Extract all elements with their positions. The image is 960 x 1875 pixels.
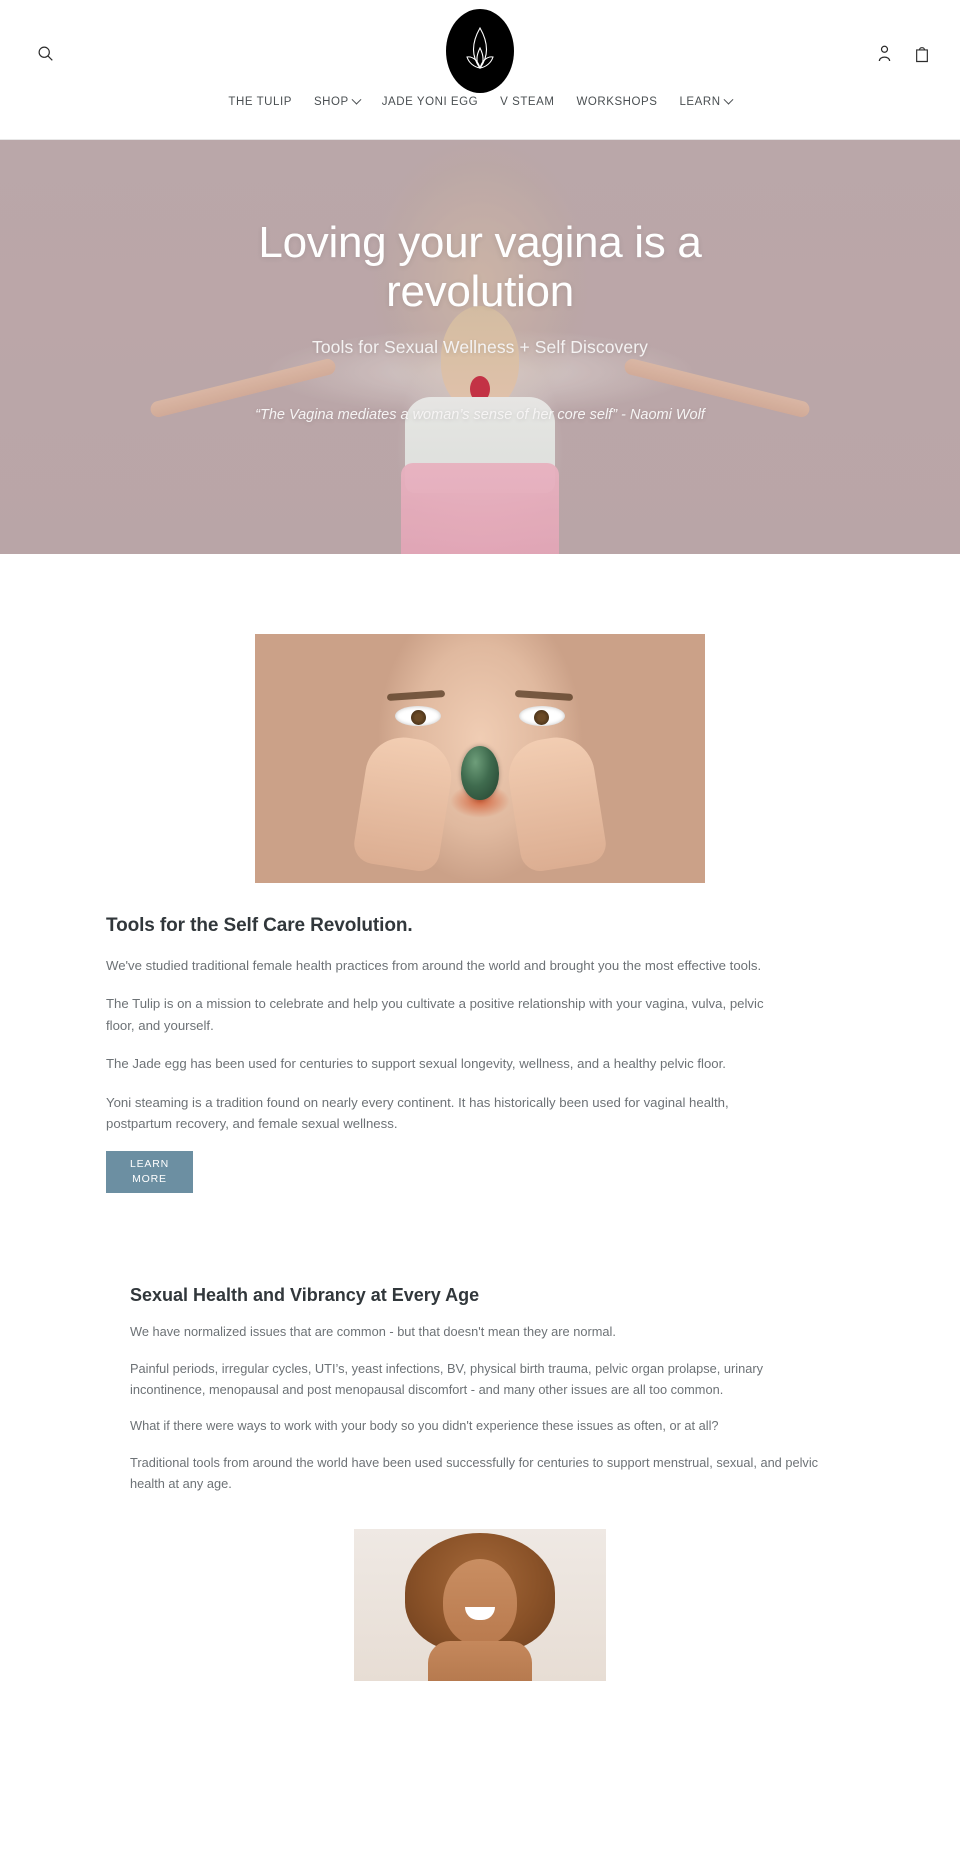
hero-quote: “The Vagina mediates a woman’s sense of … [255, 406, 705, 423]
section-two-paragraph-2: Painful periods, irregular cycles, UTI’s… [130, 1360, 764, 1397]
hero-subtitle: Tools for Sexual Wellness + Self Discove… [311, 336, 649, 357]
section-one-content: Tools for the Self Care Revolution. We'v… [100, 915, 860, 1194]
hero-banner: Loving your vagina is a revolution Tools… [0, 140, 960, 554]
learn-more-label-line2: MORE [132, 1173, 167, 1186]
nav-label: JADE YONI EGG [381, 96, 479, 108]
section-one-paragraph-4: Yoni steaming is a tradition found on ne… [106, 1094, 729, 1131]
section-sexual-health: Sexual Health and Vibrancy at Every Age … [0, 1193, 960, 1681]
search-icon[interactable] [32, 40, 58, 66]
hero-title: Loving your vagina is a revolution [258, 218, 702, 317]
cart-icon[interactable] [910, 40, 934, 66]
section-one-paragraph-3: The Jade egg has been used for centuries… [106, 1056, 726, 1072]
portrait-feature-image [354, 1528, 606, 1681]
site-logo[interactable] [446, 9, 514, 93]
section-self-care-revolution: Tools for the Self Care Revolution. We'v… [0, 554, 960, 1194]
account-icon[interactable] [872, 40, 896, 66]
nav-item-v-steam[interactable]: V STEAM [500, 96, 554, 108]
nav-label: WORKSHOPS [576, 96, 658, 108]
feature-image-jade-egg [461, 746, 499, 800]
feature-image-iris-left [411, 710, 426, 725]
header-actions [872, 40, 934, 66]
nav-label: THE TULIP [228, 96, 292, 108]
nav-item-the-tulip[interactable]: THE TULIP [228, 96, 292, 108]
nav-label: SHOP [313, 96, 349, 108]
nav-item-workshops[interactable]: WORKSHOPS [576, 96, 657, 108]
logo-mark [446, 9, 514, 93]
main-navigation: THE TULIP SHOP JADE YONI EGG V STEAM WOR… [0, 94, 960, 108]
nav-item-jade-yoni-egg[interactable]: JADE YONI EGG [382, 96, 478, 108]
section-two-content: Sexual Health and Vibrancy at Every Age … [130, 1285, 830, 1494]
section-one-paragraph-1: We've studied traditional female health … [106, 958, 762, 973]
learn-more-button[interactable]: LEARN MORE [106, 1151, 193, 1194]
portrait-body [428, 1640, 532, 1681]
section-one-paragraph-2: The Tulip is on a mission to celebrate a… [106, 996, 764, 1033]
section-one-heading: Tools for the Self Care Revolution. [106, 915, 413, 936]
feature-image-iris-right [534, 710, 549, 725]
nav-item-shop[interactable]: SHOP [313, 94, 362, 108]
chevron-down-icon [351, 94, 362, 105]
portrait-face [443, 1558, 517, 1645]
learn-more-label-line1: LEARN [129, 1158, 169, 1171]
nav-label: LEARN [679, 96, 721, 108]
chevron-down-icon [723, 94, 734, 105]
site-header: THE TULIP SHOP JADE YONI EGG V STEAM WOR… [0, 0, 960, 140]
section-two-paragraph-3: What if there were ways to work with you… [130, 1418, 719, 1434]
hero-content: Loving your vagina is a revolution Tools… [0, 140, 960, 554]
section-two-heading: Sexual Health and Vibrancy at Every Age [130, 1285, 480, 1306]
section-two-paragraph-4: Traditional tools from around the world … [130, 1455, 819, 1491]
section-two-paragraph-1: We have normalized issues that are commo… [130, 1324, 616, 1340]
nav-item-learn[interactable]: LEARN [679, 94, 734, 108]
nav-label: V STEAM [500, 96, 555, 108]
jade-egg-feature-image [255, 634, 705, 883]
